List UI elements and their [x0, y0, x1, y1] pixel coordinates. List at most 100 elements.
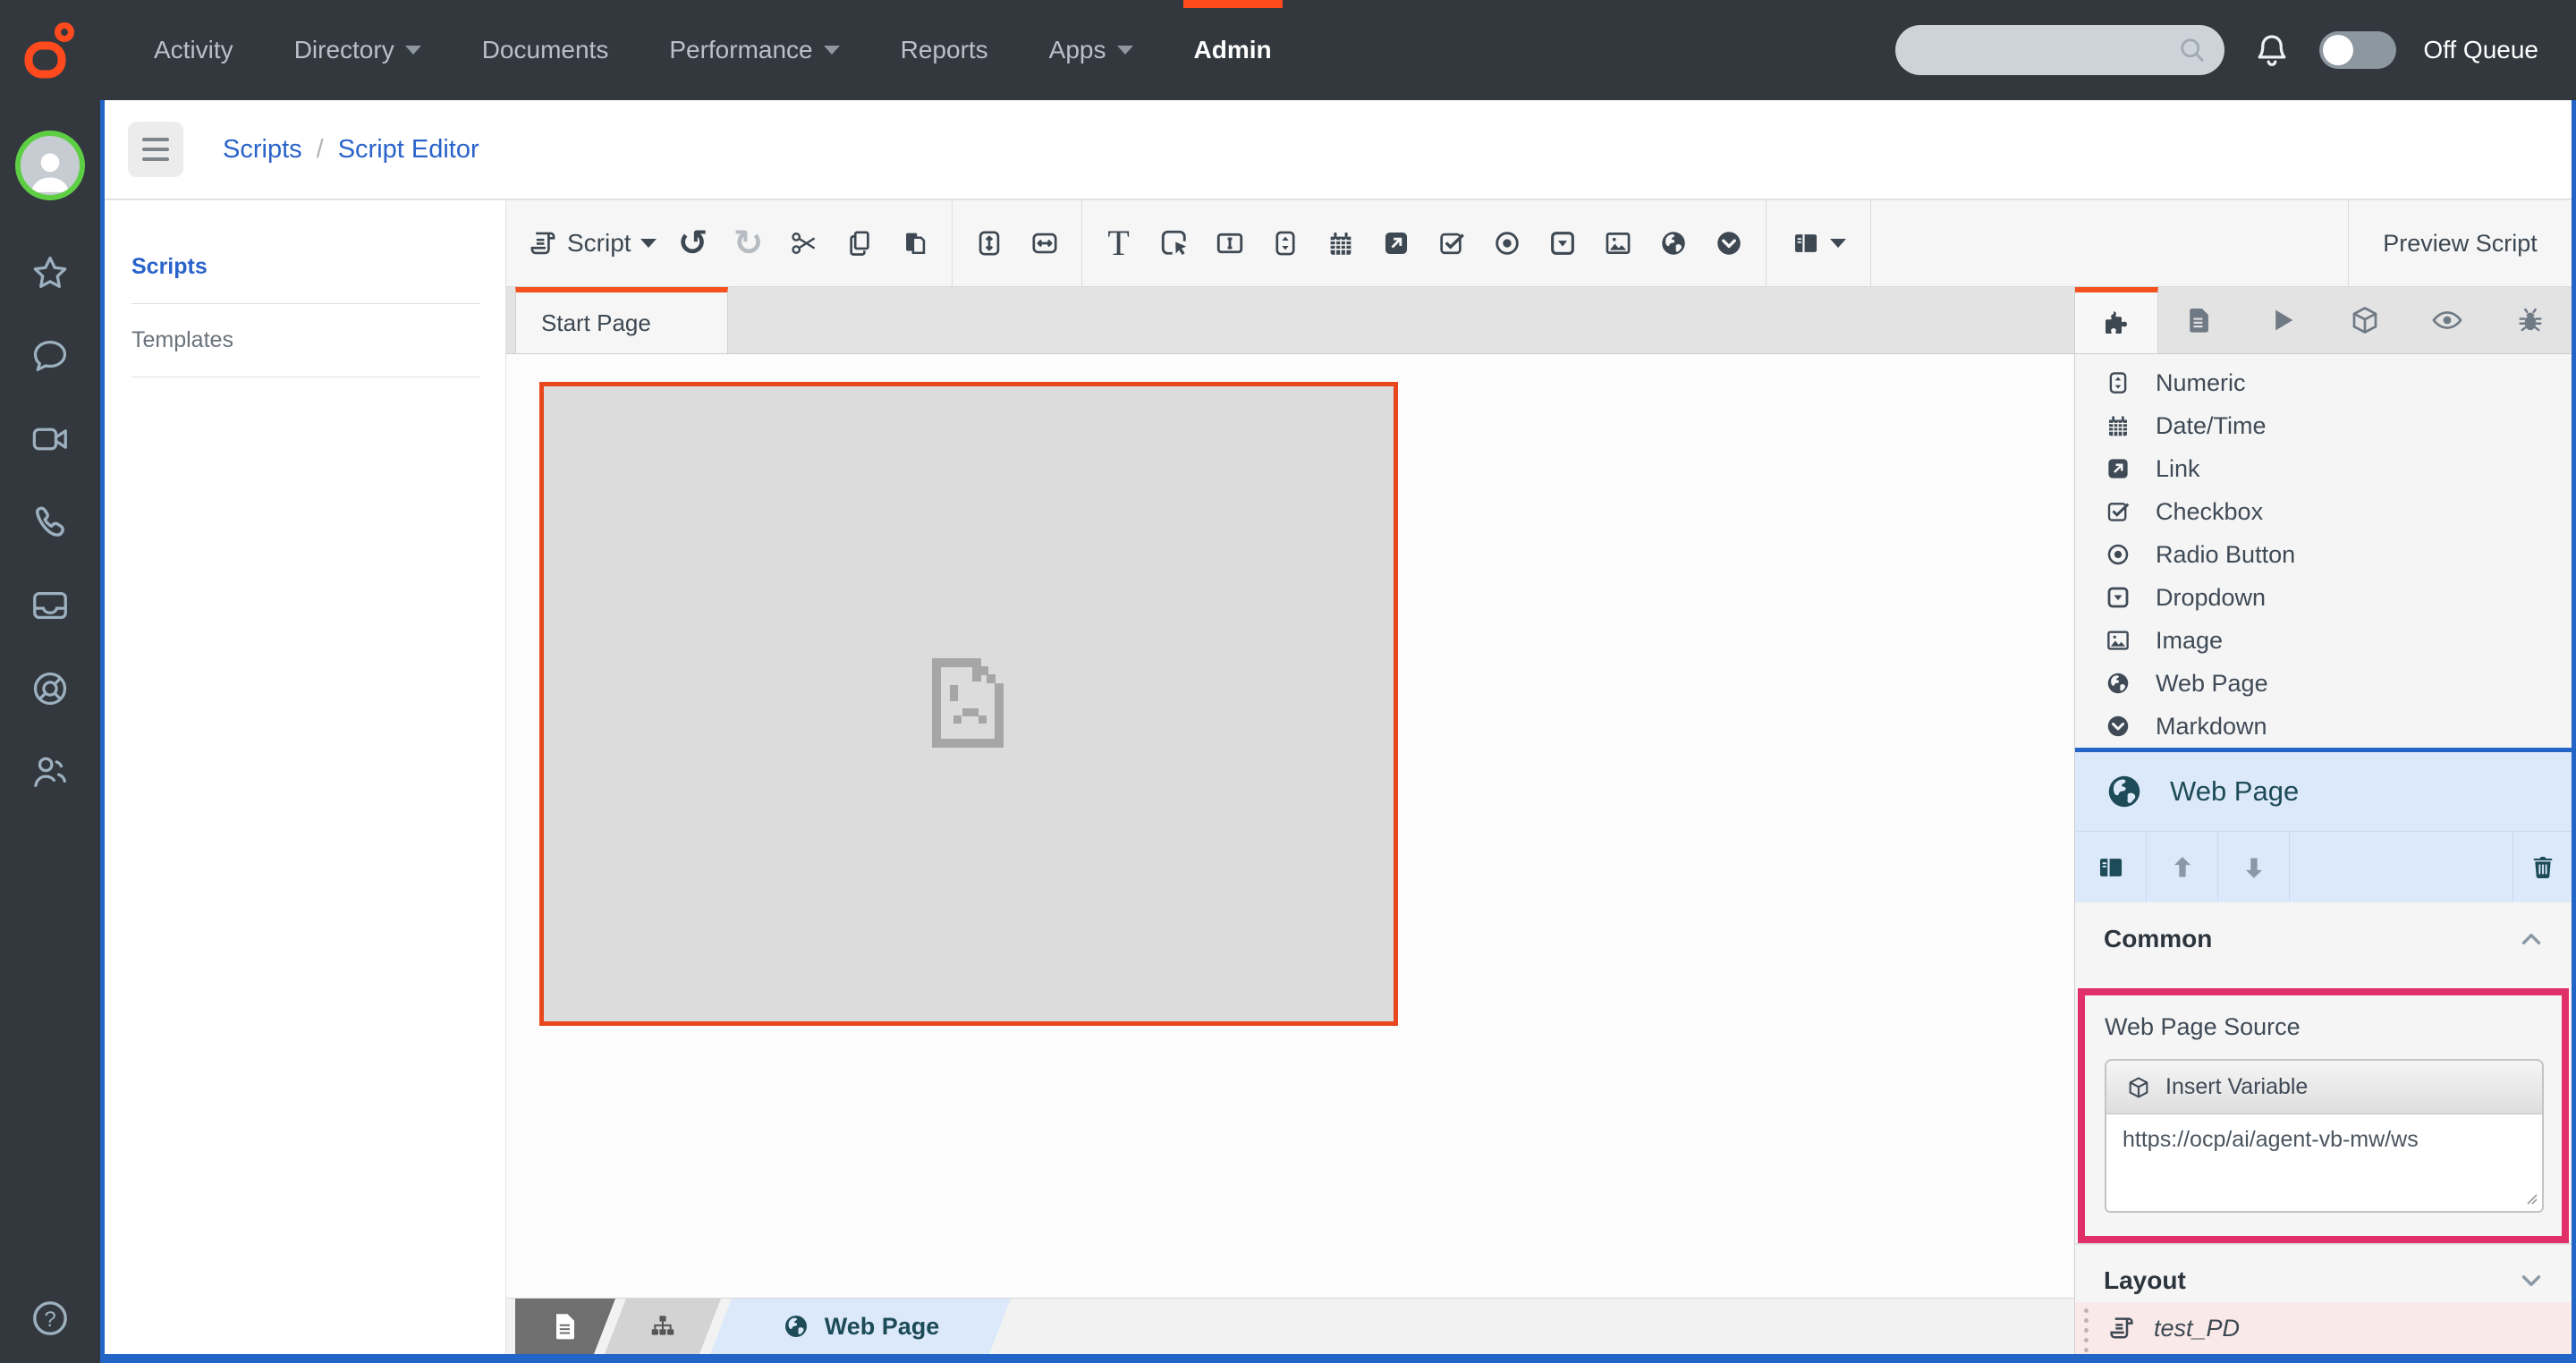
selection-cursor-button[interactable]: [1147, 227, 1202, 259]
webpage-source-input[interactable]: https://ocp/ai/agent-vb-mw/ws: [2105, 1114, 2544, 1213]
chevron-down-icon: [1117, 46, 1133, 55]
video-camera-icon[interactable]: [30, 419, 71, 460]
tab-components-puzzle[interactable]: [2075, 287, 2158, 353]
nav-admin[interactable]: Admin: [1164, 0, 1302, 100]
trash-icon: [2529, 853, 2557, 882]
menu-hamburger-button[interactable]: [128, 122, 183, 177]
insert-variable-button[interactable]: Insert Variable: [2105, 1059, 2544, 1114]
nav-directory[interactable]: Directory: [264, 0, 452, 100]
move-down-button[interactable]: [2218, 832, 2290, 902]
palette-numeric[interactable]: Numeric: [2075, 361, 2572, 404]
cube-icon: [2349, 304, 2381, 336]
input-component-button[interactable]: [1202, 227, 1258, 259]
common-accordion[interactable]: Common: [2075, 902, 2572, 976]
drag-handle[interactable]: [2084, 1308, 2089, 1352]
webpage-source-highlight: Web Page Source Insert Variable https://…: [2078, 988, 2569, 1243]
move-up-button[interactable]: [2147, 832, 2218, 902]
tab-visibility-eye[interactable]: [2406, 287, 2488, 353]
globe-icon: [782, 1312, 810, 1341]
webpage-source-label: Web Page Source: [2105, 1013, 2544, 1041]
script-menu-button[interactable]: Script: [506, 228, 665, 258]
horizontal-spacer-button[interactable]: [1017, 228, 1072, 258]
dropdown-component-button[interactable]: [1535, 228, 1590, 258]
redo-button[interactable]: ↻: [721, 225, 776, 261]
preview-script-button[interactable]: Preview Script: [2348, 200, 2572, 286]
right-panel: Numeric Date/Time Link: [2074, 287, 2572, 1354]
radio-component-button[interactable]: [1479, 228, 1535, 258]
sidebar-item-templates[interactable]: Templates: [131, 304, 480, 377]
image-component-button[interactable]: [1590, 228, 1646, 258]
markdown-component-button[interactable]: [1701, 228, 1757, 258]
link-component-button[interactable]: [1368, 228, 1424, 258]
status-page-tab[interactable]: [515, 1299, 615, 1354]
nav-performance[interactable]: Performance: [639, 0, 869, 100]
nav-activity[interactable]: Activity: [123, 0, 264, 100]
status-hierarchy-tab[interactable]: [605, 1299, 721, 1354]
breadcrumb-script-editor[interactable]: Script Editor: [338, 135, 479, 165]
document-icon: [2184, 305, 2215, 335]
tab-pages-document[interactable]: [2158, 287, 2241, 353]
component-palette: Numeric Date/Time Link: [2075, 354, 2572, 748]
tab-debug-bug[interactable]: [2489, 287, 2572, 353]
component-properties: Web Page: [2075, 748, 2572, 1297]
delete-component-button[interactable]: [2512, 832, 2572, 902]
toggle-knob: [2323, 35, 2353, 65]
tab-run-play[interactable]: [2241, 287, 2324, 353]
sidebar-item-scripts[interactable]: Scripts: [131, 231, 480, 304]
palette-dropdown[interactable]: Dropdown: [2075, 576, 2572, 619]
component-layout-button[interactable]: [2075, 832, 2147, 902]
user-avatar[interactable]: [15, 131, 85, 200]
selected-component-header: Web Page: [2075, 752, 2572, 831]
genesys-logo-icon[interactable]: [0, 21, 100, 80]
paste-button[interactable]: [887, 228, 943, 258]
editor-toolbar: Script ↺ ↻: [506, 200, 2572, 287]
nav-documents[interactable]: Documents: [452, 0, 640, 100]
chevron-down-icon: [640, 239, 657, 248]
script-name-bar[interactable]: test_PD: [2075, 1302, 2572, 1354]
favorites-star-icon[interactable]: [30, 252, 71, 293]
checkbox-component-button[interactable]: [1424, 228, 1479, 258]
chat-bubble-icon[interactable]: [30, 335, 71, 377]
tab-variables-cube[interactable]: [2324, 287, 2406, 353]
breadcrumb: Scripts / Script Editor: [223, 135, 479, 165]
script-name: test_PD: [2154, 1315, 2240, 1342]
numeric-component-button[interactable]: [1258, 228, 1313, 258]
layout-panel-menu-button[interactable]: [1775, 228, 1861, 258]
palette-radio[interactable]: Radio Button: [2075, 533, 2572, 576]
queue-status-toggle[interactable]: [2319, 31, 2396, 69]
text-component-button[interactable]: T: [1091, 225, 1147, 261]
palette-datetime[interactable]: Date/Time: [2075, 404, 2572, 447]
tab-start-page[interactable]: Start Page: [515, 287, 728, 353]
undo-button[interactable]: ↺: [665, 225, 721, 261]
nav-reports[interactable]: Reports: [870, 0, 1019, 100]
palette-link[interactable]: Link: [2075, 447, 2572, 490]
palette-image[interactable]: Image: [2075, 619, 2572, 662]
checkbox-icon: [2104, 498, 2132, 525]
webpage-component-selected[interactable]: [539, 382, 1398, 1026]
datetime-calendar-button[interactable]: [1313, 228, 1368, 258]
copy-button[interactable]: [832, 228, 887, 258]
admin-window: Scripts / Script Editor Scripts Template…: [100, 100, 2576, 1363]
support-ring-icon[interactable]: [30, 668, 71, 709]
webpage-globe-button[interactable]: [1646, 228, 1701, 258]
search-input[interactable]: [1895, 25, 2224, 75]
inbox-tray-icon[interactable]: [30, 585, 71, 626]
cut-scissors-button[interactable]: [776, 228, 832, 258]
status-webpage-tab[interactable]: Web Page: [710, 1299, 1011, 1354]
component-actions-toolbar: [2075, 831, 2572, 902]
contacts-people-icon[interactable]: [30, 751, 71, 792]
palette-checkbox[interactable]: Checkbox: [2075, 490, 2572, 533]
palette-webpage[interactable]: Web Page: [2075, 662, 2572, 705]
link-icon: [2104, 455, 2132, 482]
script-canvas[interactable]: [506, 354, 2074, 1298]
vertical-spacer-button[interactable]: [962, 228, 1017, 258]
breadcrumb-scripts[interactable]: Scripts: [223, 135, 302, 165]
nav-apps[interactable]: Apps: [1019, 0, 1164, 100]
notifications-bell-icon[interactable]: [2251, 30, 2292, 71]
sitemap-icon: [648, 1312, 677, 1341]
palette-markdown[interactable]: Markdown: [2075, 705, 2572, 748]
image-icon: [2104, 627, 2132, 654]
status-webpage-label: Web Page: [825, 1313, 940, 1341]
help-icon[interactable]: ?: [29, 1297, 72, 1340]
phone-icon[interactable]: [30, 502, 71, 543]
